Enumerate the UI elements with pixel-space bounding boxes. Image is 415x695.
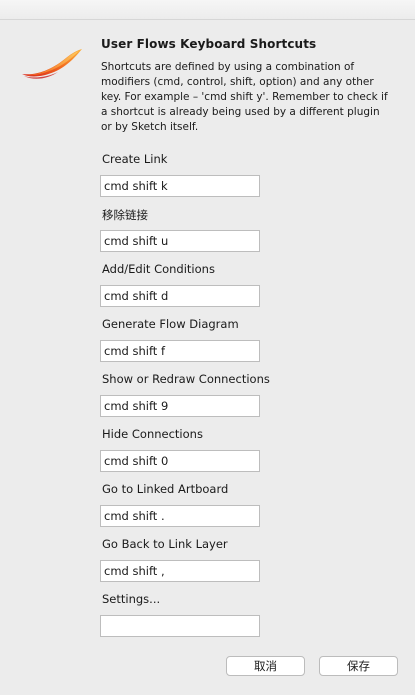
dialog-description: Shortcuts are defined by using a combina… bbox=[101, 61, 388, 133]
save-button[interactable]: 保存 bbox=[319, 656, 398, 676]
shortcut-label-create-link: Create Link bbox=[102, 152, 168, 166]
dialog-title: User Flows Keyboard Shortcuts bbox=[101, 37, 317, 51]
shortcut-label-go-back-to-link-layer: Go Back to Link Layer bbox=[102, 537, 228, 551]
shortcut-input-generate-flow-diagram[interactable] bbox=[100, 340, 260, 362]
shortcut-label-remove-link: 移除链接 bbox=[102, 208, 148, 222]
shortcut-input-add-edit-conditions[interactable] bbox=[100, 285, 260, 307]
shortcut-label-go-to-linked-artboard: Go to Linked Artboard bbox=[102, 482, 229, 496]
shortcut-input-hide-connections[interactable] bbox=[100, 450, 260, 472]
shortcut-input-remove-link[interactable] bbox=[100, 230, 260, 252]
cancel-button[interactable]: 取消 bbox=[226, 656, 305, 676]
shortcut-label-show-redraw-connections: Show or Redraw Connections bbox=[102, 372, 270, 386]
shortcut-input-create-link[interactable] bbox=[100, 175, 260, 197]
shortcut-input-show-redraw-connections[interactable] bbox=[100, 395, 260, 417]
shortcut-input-go-back-to-link-layer[interactable] bbox=[100, 560, 260, 582]
window-titlebar bbox=[0, 0, 415, 20]
shortcut-input-settings[interactable] bbox=[100, 615, 260, 637]
shortcut-label-generate-flow-diagram: Generate Flow Diagram bbox=[102, 317, 239, 331]
shortcut-label-settings: Settings... bbox=[102, 592, 161, 606]
shortcut-label-add-edit-conditions: Add/Edit Conditions bbox=[102, 262, 215, 276]
shortcut-label-hide-connections: Hide Connections bbox=[102, 427, 203, 441]
sketch-plugin-brush-icon bbox=[22, 49, 82, 79]
shortcut-input-go-to-linked-artboard[interactable] bbox=[100, 505, 260, 527]
